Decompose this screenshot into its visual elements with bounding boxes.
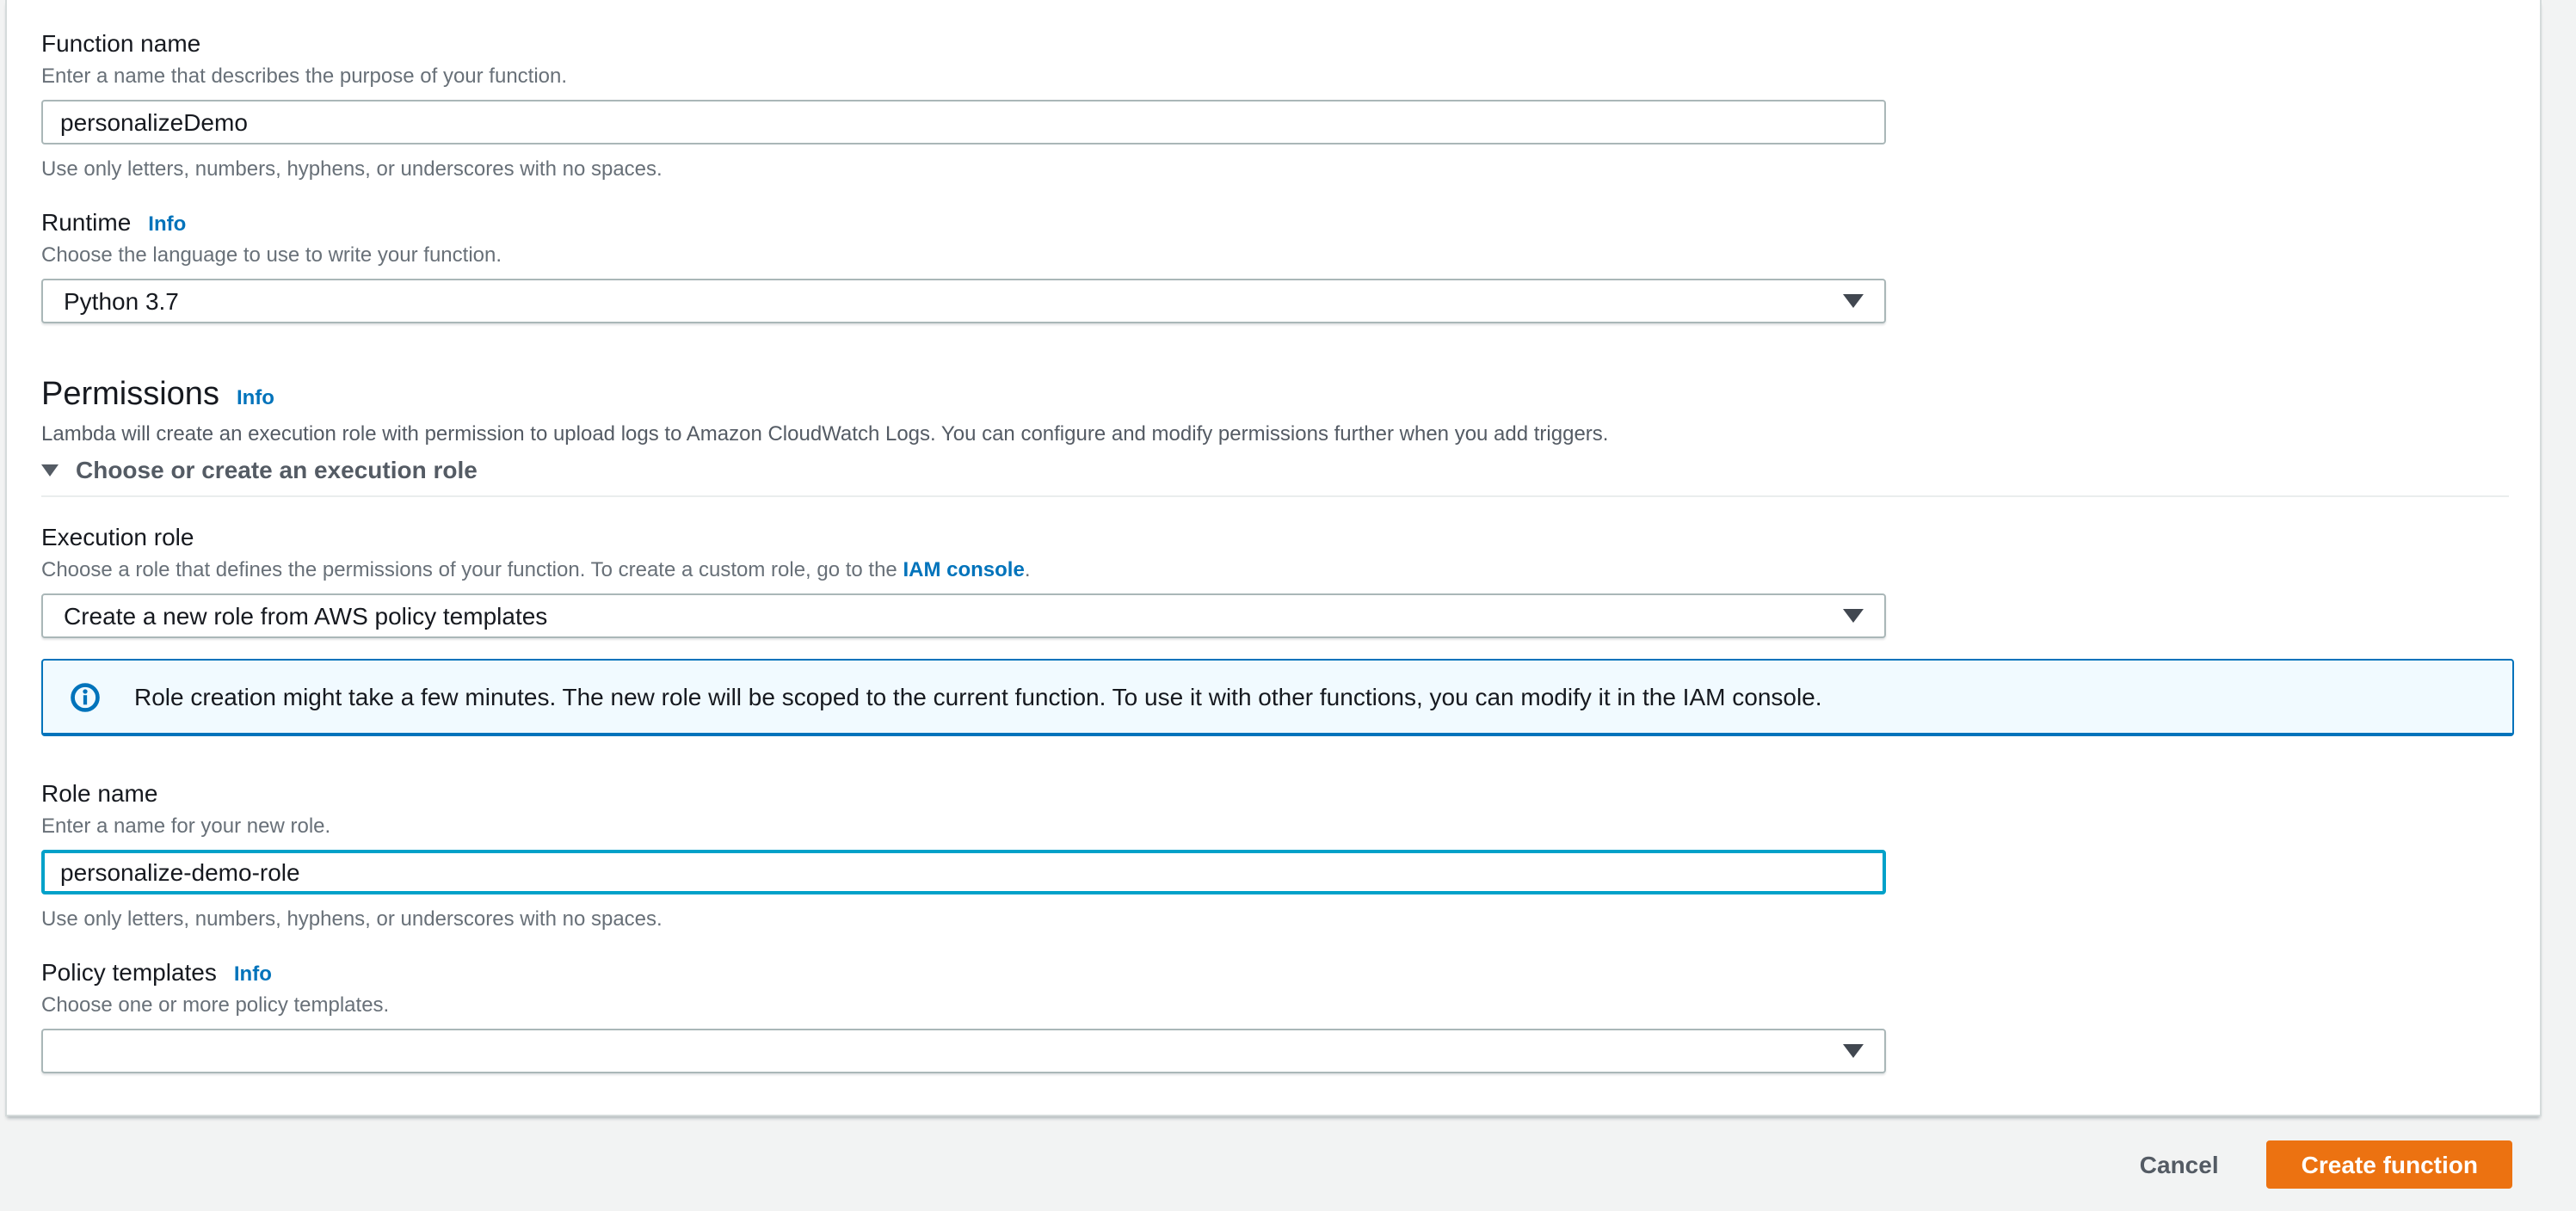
policy-templates-description: Choose one or more policy templates. (41, 993, 390, 1017)
function-name-constraint: Use only letters, numbers, hyphens, or u… (41, 157, 662, 181)
section-divider (41, 495, 2509, 497)
lambda-create-function-page: Function name Enter a name that describe… (0, 0, 2576, 1211)
cancel-button[interactable]: Cancel (2140, 1150, 2219, 1177)
footer-action-bar: Cancel Create function (5, 1116, 2542, 1211)
role-name-input[interactable] (41, 850, 1886, 894)
runtime-label: Runtime (41, 208, 132, 236)
create-function-button[interactable]: Create function (2266, 1140, 2512, 1188)
role-name-constraint: Use only letters, numbers, hyphens, or u… (41, 907, 662, 931)
permissions-description: Lambda will create an execution role wit… (41, 421, 1609, 446)
policy-templates-field: Policy templates Info Choose one or more… (41, 956, 2509, 1073)
permissions-section-header: Permissions Info (41, 375, 2509, 416)
execution-role-expander[interactable]: Choose or create an execution role (41, 454, 2509, 485)
runtime-select[interactable]: Python 3.7 (41, 279, 1886, 323)
dropdown-caret-icon (1843, 609, 1864, 623)
runtime-info-link[interactable]: Info (148, 210, 186, 237)
dropdown-caret-icon (1843, 1044, 1864, 1058)
function-name-input[interactable] (41, 100, 1886, 144)
execution-role-description-text: Choose a role that defines the permissio… (41, 557, 903, 581)
role-name-description: Enter a name for your new role. (41, 814, 331, 838)
create-function-form-panel: Function name Enter a name that describe… (5, 0, 2542, 1116)
function-name-label: Function name (41, 29, 201, 57)
function-name-field: Function name Enter a name that describe… (41, 28, 2509, 182)
role-name-field: Role name Enter a name for your new role… (41, 778, 2509, 932)
policy-templates-label: Policy templates (41, 958, 217, 986)
info-circle-icon (71, 682, 100, 711)
policy-templates-info-link[interactable]: Info (234, 960, 272, 987)
execution-role-select[interactable]: Create a new role from AWS policy templa… (41, 593, 1886, 638)
iam-console-link[interactable]: IAM console (903, 557, 1024, 581)
execution-role-selected-value: Create a new role from AWS policy templa… (64, 602, 548, 630)
role-name-label: Role name (41, 779, 158, 807)
runtime-field: Runtime Info Choose the language to use … (41, 206, 2509, 323)
function-name-description: Enter a name that describes the purpose … (41, 64, 568, 88)
dropdown-caret-icon (1843, 294, 1864, 308)
alert-text: Role creation might take a few minutes. … (134, 683, 1822, 710)
permissions-heading: Permissions (41, 377, 219, 413)
runtime-selected-value: Python 3.7 (64, 287, 179, 315)
runtime-description: Choose the language to use to write your… (41, 243, 502, 267)
execution-role-description: Choose a role that defines the permissio… (41, 556, 2509, 583)
permissions-info-link[interactable]: Info (237, 384, 274, 411)
expander-caret-down-icon (41, 464, 59, 476)
policy-templates-select[interactable] (41, 1029, 1886, 1073)
expander-label: Choose or create an execution role (76, 456, 478, 483)
execution-role-description-period: . (1024, 557, 1031, 581)
execution-role-field: Execution role Choose a role that define… (41, 521, 2509, 638)
role-creation-info-alert: Role creation might take a few minutes. … (41, 659, 2514, 736)
execution-role-label: Execution role (41, 523, 194, 550)
